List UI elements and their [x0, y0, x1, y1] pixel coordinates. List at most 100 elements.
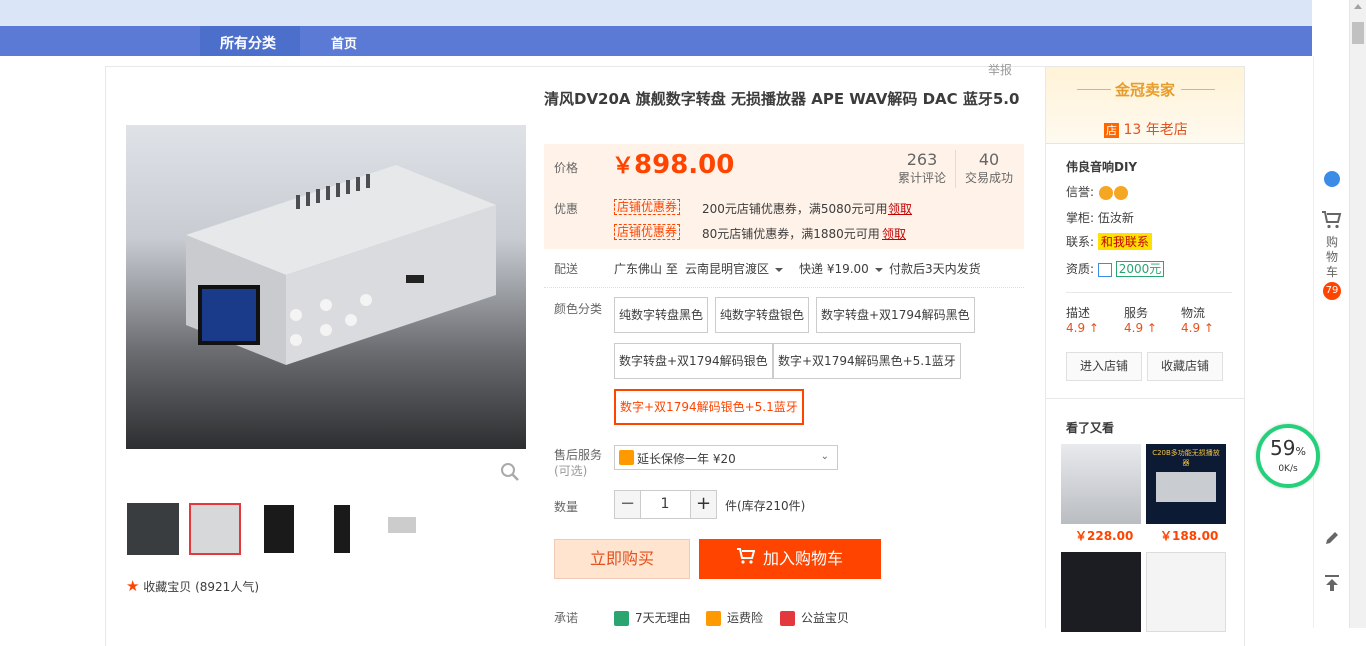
- score-value-desc: 4.9 ↑: [1066, 321, 1099, 335]
- qty-increase-button[interactable]: +: [690, 490, 717, 519]
- add-cart-label: 加入购物车: [762, 549, 843, 568]
- sku-option-3[interactable]: 数字转盘+双1794解码黑色: [816, 297, 975, 333]
- keeper-name: 伍汝新: [1097, 211, 1134, 225]
- buy-now-button[interactable]: 立即购买: [554, 539, 690, 579]
- arrow-up-icon: ↑: [1088, 321, 1099, 335]
- sku-option-6-selected[interactable]: 数字+双1794解码银色+5.1蓝牙: [614, 389, 804, 425]
- ship-time: 付款后3天内发货: [889, 262, 981, 276]
- thumbnail-3[interactable]: [254, 503, 306, 555]
- zoom-magnifier-icon[interactable]: [500, 462, 520, 482]
- cart-rail-item[interactable]: 购物车 79: [1314, 211, 1350, 300]
- edit-pencil-icon[interactable]: [1314, 530, 1350, 549]
- service-option-text: 延长保修一年 ¥20: [637, 452, 736, 466]
- promise-freight[interactable]: 运费险: [706, 609, 763, 626]
- coupon-text-2: 80元店铺优惠券，满1880元可用: [702, 227, 880, 241]
- scroll-up-arrow-icon[interactable]: [1354, 4, 1362, 9]
- promise-label: 承诺: [554, 611, 579, 625]
- favorite-shop-button[interactable]: 收藏店铺: [1147, 352, 1223, 381]
- ship-to-text: 云南昆明官渡区: [685, 262, 770, 276]
- shop-name[interactable]: 伟良音响DIY: [1066, 158, 1137, 175]
- cart-label: 购物车: [1326, 235, 1339, 279]
- score-label-desc: 描述: [1066, 306, 1091, 320]
- enter-shop-button[interactable]: 进入店铺: [1066, 352, 1142, 381]
- promise-7day[interactable]: 7天无理由: [614, 609, 691, 626]
- stock-text: 件(库存210件): [725, 499, 806, 513]
- service-select[interactable]: 延长保修一年 ¥20 ⌄: [614, 445, 838, 470]
- scrollbar-thumb[interactable]: [1352, 22, 1364, 44]
- browser-top-strip: [0, 0, 1312, 26]
- qualification-row: 资质: 2000元: [1066, 260, 1165, 277]
- thumbnail-5[interactable]: [378, 503, 430, 555]
- coupon-get-1[interactable]: 领取: [888, 200, 912, 217]
- keeper-label: 掌柜:: [1066, 211, 1095, 225]
- page-scrollbar[interactable]: [1349, 0, 1366, 628]
- chevron-down-icon: ⌄: [820, 451, 829, 462]
- dac-device-image: [186, 165, 496, 365]
- sku-option-2[interactable]: 纯数字转盘银色: [715, 297, 810, 333]
- sku-option-1[interactable]: 纯数字转盘黑色: [614, 297, 709, 333]
- cart-icon: [736, 539, 756, 579]
- service-optional: (可选): [554, 464, 588, 478]
- arrow-up-icon: ↑: [1203, 321, 1214, 335]
- favorite-item[interactable]: ★ 收藏宝贝 (8921人气): [126, 577, 259, 595]
- shop-years: 店 13 年老店: [1104, 119, 1188, 139]
- qty-decrease-button[interactable]: −: [614, 490, 641, 519]
- reviews-count: 263: [906, 150, 938, 169]
- add-to-cart-button[interactable]: 加入购物车: [699, 539, 881, 579]
- thumbnail-1[interactable]: [127, 503, 179, 555]
- promise-charity[interactable]: 公益宝贝: [780, 609, 849, 626]
- recommend-image-2[interactable]: C20B多功能无损播放器: [1146, 444, 1226, 524]
- recommend-image-4[interactable]: [1146, 552, 1226, 632]
- back-to-top-icon[interactable]: [1314, 574, 1350, 595]
- price-amount: 898.00: [634, 150, 735, 180]
- sku-option-4[interactable]: 数字转盘+双1794解码银色: [614, 343, 773, 379]
- speed-unit: %: [1295, 445, 1306, 458]
- arrow-up-icon: ↑: [1146, 321, 1157, 335]
- section-divider: [1046, 398, 1244, 399]
- ship-method-select[interactable]: 快递 ¥19.00: [799, 260, 883, 277]
- score-desc-num: 4.9: [1066, 321, 1086, 335]
- charity-heart-icon: [780, 611, 795, 626]
- service-label: 售后服务 (可选): [554, 447, 602, 479]
- network-speed-widget[interactable]: 59% 0K/s: [1256, 424, 1320, 488]
- all-categories-link[interactable]: 所有分类: [200, 26, 300, 56]
- right-toolbar: 购物车 79: [1313, 56, 1349, 628]
- deals-stat: 40 交易成功: [961, 150, 1017, 186]
- price-label: 价格: [554, 161, 579, 175]
- chevron-down-icon: [874, 267, 883, 272]
- crown-icon: [1098, 185, 1113, 200]
- coupon-get-2[interactable]: 领取: [882, 225, 906, 242]
- recommend-image-1[interactable]: [1061, 444, 1141, 524]
- keeper-row: 掌柜: 伍汝新: [1066, 209, 1134, 226]
- ship-to-select[interactable]: 云南昆明官渡区: [685, 260, 784, 277]
- recommend-image-2-caption: C20B多功能无损播放器: [1152, 449, 1220, 467]
- recommend-price-1: ￥228.00: [1075, 529, 1134, 543]
- crown-icon: [1113, 185, 1128, 200]
- thumbnail-2-selected[interactable]: [189, 503, 241, 555]
- shop-icon: 店: [1104, 122, 1119, 138]
- chat-bubble-icon[interactable]: [1314, 171, 1350, 190]
- section-divider: [1066, 292, 1232, 293]
- home-link[interactable]: 首页: [331, 33, 357, 52]
- contact-me-button[interactable]: 和我联系: [1097, 233, 1152, 250]
- reviews-stat[interactable]: 263 累计评论: [893, 150, 951, 186]
- qty-input[interactable]: 1: [640, 490, 690, 519]
- cart-icon: [1322, 211, 1342, 229]
- sku-option-5[interactable]: 数字+双1794解码黑色+5.1蓝牙: [773, 343, 961, 379]
- qualification-label: 资质:: [1066, 262, 1095, 276]
- report-link[interactable]: 举报: [988, 61, 1012, 78]
- recommend-price-2: ￥188.00: [1160, 529, 1219, 543]
- promise-7day-text: 7天无理由: [635, 611, 691, 625]
- score-value-logistics: 4.9 ↑: [1181, 321, 1214, 335]
- thumbnail-4[interactable]: [316, 503, 368, 555]
- promo-label: 优惠: [554, 202, 579, 216]
- coupon-tag-1: 店铺优惠券: [614, 199, 681, 215]
- speed-percent-num: 59: [1270, 436, 1296, 460]
- chevron-down-icon: [775, 267, 784, 272]
- product-main-image[interactable]: [126, 125, 526, 449]
- recommend-image-3[interactable]: [1061, 552, 1141, 632]
- deposit-badge[interactable]: 2000元: [1115, 261, 1165, 277]
- id-card-icon[interactable]: [1097, 262, 1112, 277]
- shop-years-text: 13 年老店: [1123, 122, 1188, 138]
- coupon-text-1: 200元店铺优惠券，满5080元可用: [702, 202, 888, 216]
